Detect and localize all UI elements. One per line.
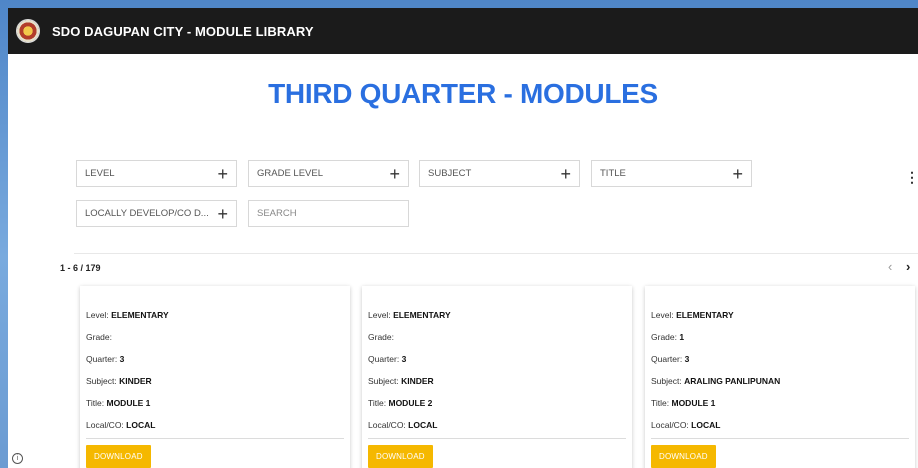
card-title-value: MODULE 2 — [388, 398, 433, 408]
filter-grade-level-label: GRADE LEVEL — [257, 168, 323, 179]
card-title: Title: MODULE 1 — [651, 392, 915, 414]
filter-subject[interactable]: SUBJECT + — [419, 160, 580, 187]
card-quarter: Quarter: 3 — [368, 348, 632, 370]
filter-locally-developed[interactable]: LOCALLY DEVELOP/CO D... + — [76, 200, 237, 227]
card-title-value: MODULE 1 — [106, 398, 151, 408]
card-quarter-value: 3 — [684, 354, 690, 364]
card-quarter-value: 3 — [401, 354, 407, 364]
card-level-value: ELEMENTARY — [111, 310, 169, 320]
card-quarter: Quarter: 3 — [86, 348, 350, 370]
card-title-label: Title: — [368, 398, 387, 408]
page-title: THIRD QUARTER - MODULES — [268, 78, 658, 109]
card-subject-label: Subject: — [651, 376, 682, 386]
card-quarter-label: Quarter: — [368, 354, 400, 364]
card-grade: Grade: — [86, 326, 350, 348]
info-icon[interactable]: i — [12, 453, 23, 464]
module-card: Level: ELEMENTARY Grade: Quarter: 3 Subj… — [80, 286, 350, 468]
card-level-value: ELEMENTARY — [676, 310, 734, 320]
card-subject-label: Subject: — [368, 376, 399, 386]
card-level-label: Level: — [651, 310, 674, 320]
card-level: Level: ELEMENTARY — [86, 304, 350, 326]
divider — [74, 253, 918, 254]
plus-icon[interactable]: + — [389, 165, 400, 183]
filter-level-label: LEVEL — [85, 168, 115, 179]
card-title-label: Title: — [86, 398, 105, 408]
card-subject-label: Subject: — [86, 376, 117, 386]
module-card: Level: ELEMENTARY Grade: Quarter: 3 Subj… — [362, 286, 632, 468]
search-input[interactable]: SEARCH — [248, 200, 409, 227]
filter-title[interactable]: TITLE + — [591, 160, 752, 187]
card-grade-value: 1 — [679, 332, 685, 342]
card-local-label: Local/CO: — [86, 420, 124, 430]
filter-title-label: TITLE — [600, 168, 626, 179]
card-local: Local/CO: LOCAL — [86, 414, 350, 436]
plus-icon[interactable]: + — [732, 165, 743, 183]
card-local-value: LOCAL — [126, 420, 156, 430]
card-grade-label: Grade: — [368, 332, 394, 342]
card-divider — [86, 438, 344, 439]
card-local: Local/CO: LOCAL — [368, 414, 632, 436]
card-local: Local/CO: LOCAL — [651, 414, 915, 436]
card-level: Level: ELEMENTARY — [651, 304, 915, 326]
card-subject-value: KINDER — [401, 376, 434, 386]
card-grade: Grade: — [368, 326, 632, 348]
card-local-label: Local/CO: — [368, 420, 406, 430]
card-level: Level: ELEMENTARY — [368, 304, 632, 326]
download-button[interactable]: DOWNLOAD — [368, 445, 433, 468]
card-title-label: Title: — [651, 398, 670, 408]
sdo-logo — [16, 19, 40, 43]
app-title: SDO DAGUPAN CITY - MODULE LIBRARY — [52, 23, 314, 39]
card-subject-value: KINDER — [119, 376, 152, 386]
card-divider — [368, 438, 626, 439]
prev-page-icon[interactable]: ‹ — [888, 259, 892, 274]
filter-level[interactable]: LEVEL + — [76, 160, 237, 187]
card-grade-label: Grade: — [86, 332, 112, 342]
card-title-value: MODULE 1 — [671, 398, 716, 408]
download-button[interactable]: DOWNLOAD — [651, 445, 716, 468]
card-local-value: LOCAL — [691, 420, 721, 430]
card-subject: Subject: KINDER — [86, 370, 350, 392]
card-divider — [651, 438, 909, 439]
results-range: 1 - 6 / 179 — [60, 263, 101, 273]
plus-icon[interactable]: + — [560, 165, 571, 183]
download-button[interactable]: DOWNLOAD — [86, 445, 151, 468]
card-grade: Grade: 1 — [651, 326, 915, 348]
filter-subject-label: SUBJECT — [428, 168, 472, 179]
card-local-value: LOCAL — [408, 420, 438, 430]
card-quarter: Quarter: 3 — [651, 348, 915, 370]
card-level-label: Level: — [86, 310, 109, 320]
card-grade-label: Grade: — [651, 332, 677, 342]
card-level-value: ELEMENTARY — [393, 310, 451, 320]
filter-grade-level[interactable]: GRADE LEVEL + — [248, 160, 409, 187]
card-quarter-label: Quarter: — [86, 354, 118, 364]
plus-icon[interactable]: + — [217, 165, 228, 183]
card-title: Title: MODULE 1 — [86, 392, 350, 414]
next-page-icon[interactable]: › — [906, 259, 910, 274]
card-subject: Subject: KINDER — [368, 370, 632, 392]
card-quarter-label: Quarter: — [651, 354, 683, 364]
filter-locally-developed-label: LOCALLY DEVELOP/CO D... — [85, 208, 209, 219]
card-title: Title: MODULE 2 — [368, 392, 632, 414]
module-card: Level: ELEMENTARY Grade: 1 Quarter: 3 Su… — [645, 286, 915, 468]
top-bar: SDO DAGUPAN CITY - MODULE LIBRARY — [8, 8, 918, 54]
app-frame: SDO DAGUPAN CITY - MODULE LIBRARY THIRD … — [8, 8, 918, 468]
card-subject-value: ARALING PANLIPUNAN — [684, 376, 781, 386]
more-vertical-icon[interactable]: ⋮ — [905, 169, 918, 186]
card-local-label: Local/CO: — [651, 420, 689, 430]
plus-icon[interactable]: + — [217, 205, 228, 223]
card-level-label: Level: — [368, 310, 391, 320]
card-subject: Subject: ARALING PANLIPUNAN — [651, 370, 915, 392]
card-quarter-value: 3 — [119, 354, 125, 364]
